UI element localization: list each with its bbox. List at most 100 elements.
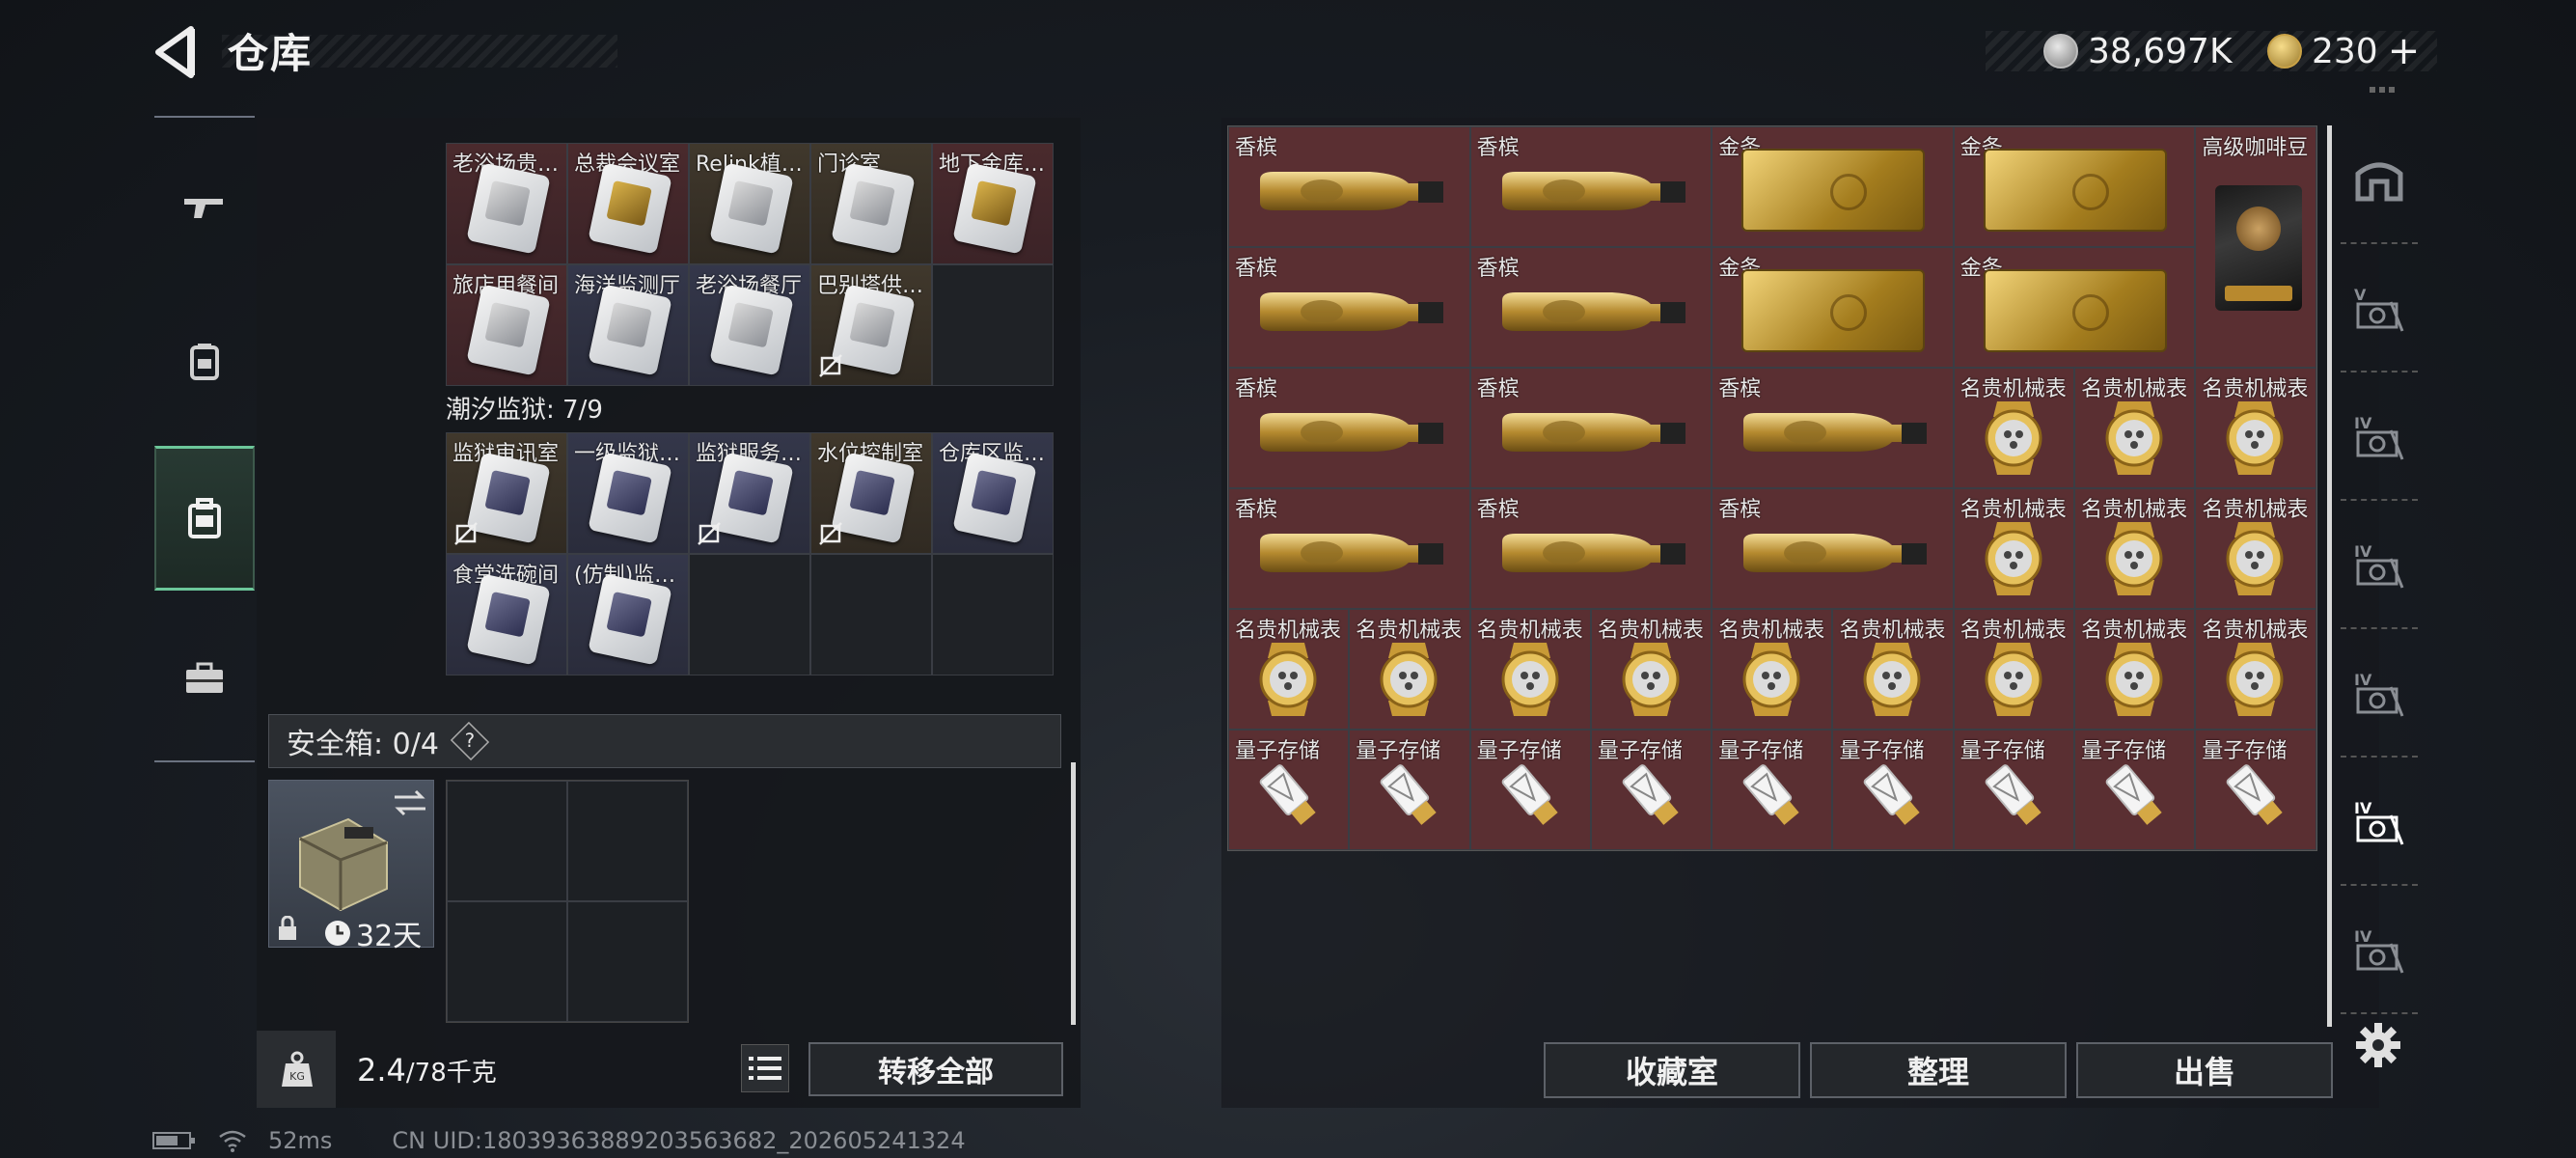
stash-item-bottle[interactable]: 香槟 [1469, 247, 1713, 368]
keycard-slot[interactable]: (仿制)监… [567, 554, 689, 676]
stash-item-label: 名贵机械表 [2202, 498, 2309, 522]
stash-item-watch[interactable]: 名贵机械表 [2074, 368, 2196, 488]
stash-item-usb[interactable]: 量子存储 [1590, 730, 1713, 850]
keycard-icon [709, 162, 794, 255]
empty-slot[interactable] [689, 554, 810, 676]
keycard-slot[interactable]: 老浴场贵… [446, 143, 567, 264]
keycard-slot[interactable]: 总裁会议室 [567, 143, 689, 264]
luxury-watch-icon [2105, 401, 2163, 475]
stash-item-watch[interactable]: 名贵机械表 [2195, 368, 2316, 488]
stash-item-bar[interactable]: 金条 [1953, 126, 2196, 247]
stash-item-usb[interactable]: 量子存储 [2074, 730, 2196, 850]
category-equipment[interactable] [154, 290, 255, 434]
stash-tab[interactable] [2341, 116, 2418, 244]
keycard-slot[interactable]: 老浴场餐厅 [689, 264, 810, 386]
stash-item-watch[interactable]: 名贵机械表 [1590, 609, 1713, 730]
stash-item-usb[interactable]: 量子存储 [1712, 730, 1833, 850]
stash-item-watch[interactable]: 名贵机械表 [1953, 368, 2075, 488]
stash-item-bottle[interactable]: 香槟 [1228, 247, 1470, 368]
stash-item-label: 名贵机械表 [2081, 377, 2188, 401]
stash-item-label: 香槟 [1235, 136, 1278, 160]
category-toolbox[interactable] [154, 606, 255, 751]
stash-item-watch[interactable]: 名贵机械表 [2074, 488, 2196, 609]
stash-item-label: 香槟 [1476, 257, 1520, 281]
stash-item-watch[interactable]: 名贵机械表 [2195, 488, 2316, 609]
stash-tab[interactable]: IV [2341, 886, 2418, 1014]
keycard-slot[interactable]: 海洋监测厅 [567, 264, 689, 386]
stash-item-bar[interactable]: 金条 [1712, 126, 1954, 247]
stash-item-usb[interactable]: 量子存储 [1953, 730, 2075, 850]
keycard-slot[interactable]: 一级监狱… [567, 432, 689, 554]
safe-slot[interactable] [567, 901, 688, 1022]
stash-item-usb[interactable]: 量子存储 [1469, 730, 1591, 850]
stash-item-watch[interactable]: 名贵机械表 [1712, 609, 1833, 730]
help-button[interactable]: ? [450, 721, 490, 761]
stash-item-bottle[interactable]: 香槟 [1469, 368, 1713, 488]
keycard-slot[interactable]: 监狱服务… [689, 432, 810, 554]
back-arrow-icon[interactable] [152, 25, 201, 79]
stash-item-bottle[interactable]: 香槟 [1228, 488, 1470, 609]
luxury-watch-icon [1985, 522, 2042, 595]
stash-tab[interactable]: IV [2341, 629, 2418, 758]
stash-item-watch[interactable]: 名贵机械表 [1953, 488, 2075, 609]
stash-item-watch[interactable]: 名贵机械表 [2195, 609, 2316, 730]
stash-item-bottle[interactable]: 香槟 [1228, 368, 1470, 488]
keycard-slot[interactable]: 旅店用餐间 [446, 264, 567, 386]
keycard-slot[interactable]: 门诊室 [810, 143, 932, 264]
category-weapons[interactable] [154, 135, 255, 280]
left-scrollbar[interactable] [1071, 762, 1076, 1025]
stash-item-watch[interactable]: 名贵机械表 [1832, 609, 1954, 730]
empty-slot[interactable] [932, 264, 1054, 386]
stash-item-bottle[interactable]: 香槟 [1228, 126, 1470, 247]
empty-slot[interactable] [810, 554, 932, 676]
stash-item-bottle[interactable]: 香槟 [1469, 488, 1713, 609]
stash-item-bottle[interactable]: 香槟 [1712, 488, 1954, 609]
stash-item-coffee[interactable]: 高级咖啡豆 [2195, 126, 2316, 368]
list-view-button[interactable] [741, 1044, 789, 1092]
keycard-slot[interactable]: Relink植… [689, 143, 810, 264]
stash-item-bottle[interactable]: 香槟 [1469, 126, 1713, 247]
stash-tab[interactable]: IV [2341, 501, 2418, 629]
stash-item-usb[interactable]: 量子存储 [1228, 730, 1350, 850]
safe-slot[interactable] [567, 781, 688, 901]
stash-item-watch[interactable]: 名贵机械表 [1228, 609, 1350, 730]
keycard-slot[interactable]: 仓库区监… [932, 432, 1054, 554]
stash-item-usb[interactable]: 量子存储 [1832, 730, 1954, 850]
safe-slot[interactable] [447, 901, 567, 1022]
keycard-slot[interactable]: 监狱审讯室 [446, 432, 567, 554]
keycard-slot[interactable]: 巴别塔供… [810, 264, 932, 386]
champagne-bottle-icon [1260, 172, 1443, 210]
gold-currency[interactable]: 230 + [2267, 29, 2420, 73]
collection-room-button[interactable]: 收藏室 [1544, 1042, 1800, 1098]
stash-item-watch[interactable]: 名贵机械表 [1349, 609, 1470, 730]
stash-item-label: 名贵机械表 [1597, 619, 1704, 643]
safe-box-title: 安全箱: 0/4 [287, 728, 439, 761]
swap-arrows-icon[interactable] [393, 788, 427, 817]
stash-tab[interactable]: IV [2341, 758, 2418, 886]
category-backpack[interactable] [154, 446, 255, 591]
keycard-slot[interactable]: 食堂洗碗间 [446, 554, 567, 676]
add-currency-button[interactable]: + [2388, 29, 2421, 73]
gear-icon[interactable] [2354, 1021, 2402, 1069]
stash-tab[interactable]: V [2341, 244, 2418, 372]
stash-item-usb[interactable]: 量子存储 [2195, 730, 2316, 850]
empty-slot[interactable] [932, 554, 1054, 676]
stash-item-usb[interactable]: 量子存储 [1349, 730, 1470, 850]
stash-item-bottle[interactable]: 香槟 [1712, 368, 1954, 488]
stash-item-bar[interactable]: 金条 [1953, 247, 2196, 368]
stash-item-bar[interactable]: 金条 [1712, 247, 1954, 368]
organize-button[interactable]: 整理 [1810, 1042, 2067, 1098]
safe-slot[interactable] [447, 781, 567, 901]
gold-bar-icon [1741, 149, 1926, 232]
stash-item-watch[interactable]: 名贵机械表 [1469, 609, 1591, 730]
keycard-slot[interactable]: 地下金库… [932, 143, 1054, 264]
stash-scrollbar[interactable] [2327, 125, 2332, 1027]
sell-button[interactable]: 出售 [2076, 1042, 2333, 1098]
keycard-icon [466, 162, 551, 255]
stash-item-watch[interactable]: 名贵机械表 [1953, 609, 2075, 730]
stash-tab[interactable]: IV [2341, 372, 2418, 501]
safe-box-item[interactable]: 32天 [268, 780, 434, 953]
keycard-slot[interactable]: 水位控制室 [810, 432, 932, 554]
transfer-all-button[interactable]: 转移全部 [808, 1042, 1063, 1096]
stash-item-watch[interactable]: 名贵机械表 [2074, 609, 2196, 730]
